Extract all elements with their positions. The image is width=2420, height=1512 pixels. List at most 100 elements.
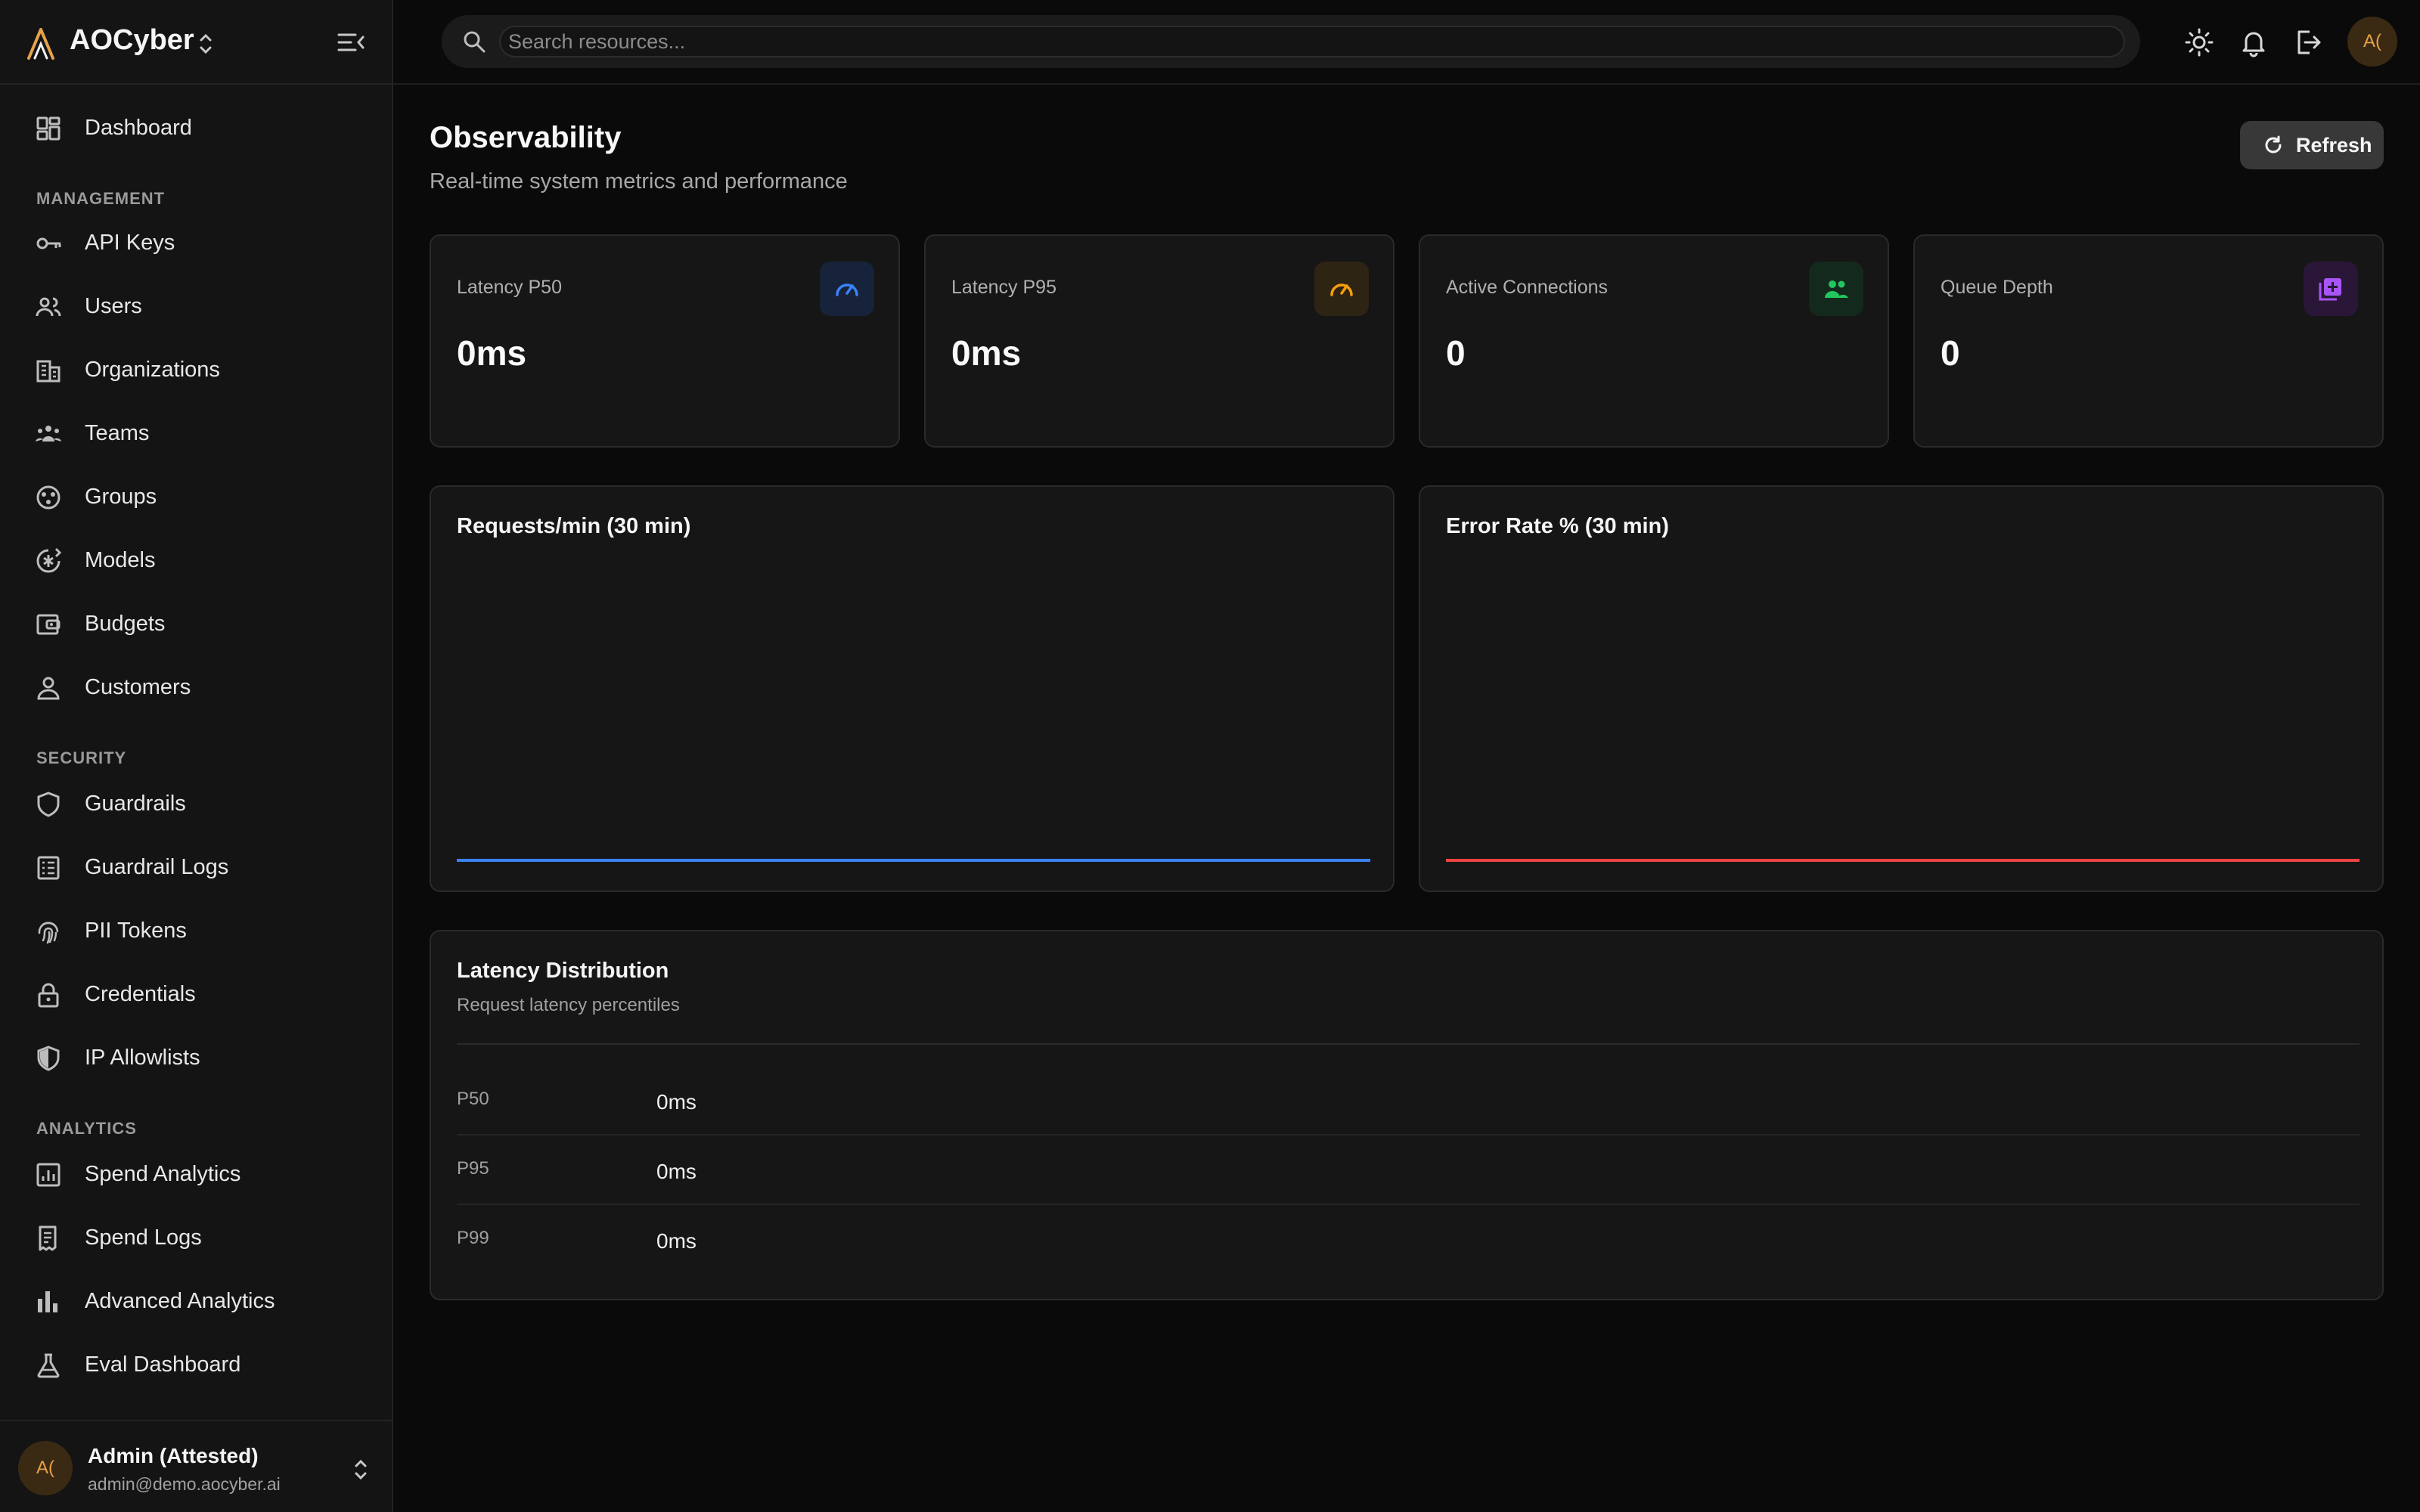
chart-title: Error Rate % (30 min) xyxy=(1446,514,1669,538)
sidebar-item-label: IP Allowlists xyxy=(85,1046,200,1070)
sidebar-item-label: Spend Logs xyxy=(85,1225,202,1250)
sidebar-item-guardrail-logs[interactable]: Guardrail Logs xyxy=(24,841,372,895)
stat-value: 0ms xyxy=(951,333,1022,373)
sidebar-item-pii-tokens[interactable]: PII Tokens xyxy=(24,904,372,959)
sidebar-item-label: Credentials xyxy=(85,982,196,1006)
user-account-footer[interactable]: A( Admin (Attested) admin@demo.aocyber.a… xyxy=(0,1420,392,1512)
sidebar-item-guardrails[interactable]: Guardrails xyxy=(24,777,372,832)
brand-name[interactable]: AOCyber xyxy=(70,24,194,57)
table-row: P99 0ms xyxy=(457,1205,2360,1275)
stat-badge xyxy=(820,262,874,316)
percentile-value: 0ms xyxy=(656,1160,697,1183)
sidebar-item-spend-logs[interactable]: Spend Logs xyxy=(24,1211,372,1266)
stat-card-active-connections: Active Connections 0 xyxy=(1419,234,1889,448)
building-icon xyxy=(36,360,60,383)
chevron-up-down-icon[interactable] xyxy=(195,29,216,59)
groups-icon xyxy=(36,485,60,510)
divider xyxy=(457,1043,2360,1045)
sidebar-item-spend-analytics[interactable]: Spend Analytics xyxy=(24,1148,372,1202)
refresh-label: Refresh xyxy=(2296,134,2372,156)
sidebar-item-groups[interactable]: Groups xyxy=(24,470,372,525)
sidebar-item-advanced-analytics[interactable]: Advanced Analytics xyxy=(24,1275,372,1329)
sidebar-item-credentials[interactable]: Credentials xyxy=(24,968,372,1022)
sidebar-item-label: Users xyxy=(85,294,142,318)
model-icon xyxy=(36,547,62,573)
sidebar-item-label: Eval Dashboard xyxy=(85,1352,241,1377)
logout-icon[interactable] xyxy=(2293,27,2323,57)
person-icon xyxy=(37,677,60,700)
users-icon xyxy=(36,297,61,317)
stat-value: 0 xyxy=(1446,333,1466,373)
section-label-security: SECURITY xyxy=(36,748,127,767)
bar-chart-icon xyxy=(38,1291,57,1312)
sidebar-item-users[interactable]: Users xyxy=(24,280,372,334)
table-row: P50 0ms xyxy=(457,1066,2360,1136)
percentile-value: 0ms xyxy=(656,1229,697,1253)
stat-value: 0 xyxy=(1941,333,1960,373)
stat-card-queue-depth: Queue Depth 0 xyxy=(1913,234,2384,448)
shield-half-icon xyxy=(37,1046,60,1071)
log-icon xyxy=(37,856,60,880)
dashboard-icon xyxy=(36,116,60,141)
brand-header: AOCyber xyxy=(0,0,392,85)
error-rate-chart: Error Rate % (30 min) xyxy=(1419,485,2384,892)
collapse-sidebar-icon[interactable] xyxy=(336,27,366,57)
sidebar-item-label: API Keys xyxy=(85,231,175,255)
queue-icon xyxy=(2319,278,2341,301)
error-rate-plot xyxy=(1446,859,2360,862)
latency-distribution-card: Latency Distribution Request latency per… xyxy=(430,930,2384,1300)
sidebar-item-teams[interactable]: Teams xyxy=(24,407,372,461)
chart-title: Requests/min (30 min) xyxy=(457,514,691,538)
stat-label: Queue Depth xyxy=(1941,277,2053,298)
sidebar-item-organizations[interactable]: Organizations xyxy=(24,343,372,398)
chevron-up-down-icon[interactable] xyxy=(349,1455,372,1485)
sidebar-item-label: Advanced Analytics xyxy=(85,1289,275,1313)
sidebar-item-label: PII Tokens xyxy=(85,919,187,943)
sidebar-item-label: Customers xyxy=(85,675,191,699)
page-subtitle: Real-time system metrics and performance xyxy=(430,169,848,194)
aocyber-logo-icon xyxy=(27,28,54,60)
fingerprint-icon xyxy=(38,922,59,944)
team-icon xyxy=(36,426,61,442)
stat-badge xyxy=(1809,262,1863,316)
section-label-management: MANAGEMENT xyxy=(36,189,166,208)
stat-label: Latency P95 xyxy=(951,277,1056,298)
sidebar-item-api-keys[interactable]: API Keys xyxy=(24,216,372,271)
shield-icon xyxy=(37,792,60,817)
search-input[interactable] xyxy=(499,26,2125,57)
sidebar-item-ip-allowlists[interactable]: IP Allowlists xyxy=(24,1031,372,1086)
sidebar-item-label: Guardrails xyxy=(85,792,186,816)
sidebar-item-eval-dashboard[interactable]: Eval Dashboard xyxy=(24,1338,372,1393)
percentile-label: P50 xyxy=(457,1089,489,1109)
receipt-icon xyxy=(39,1225,57,1251)
sidebar-item-label: Spend Analytics xyxy=(85,1162,241,1186)
sidebar-item-dashboard[interactable]: Dashboard xyxy=(24,101,372,156)
refresh-button[interactable]: Refresh xyxy=(2240,121,2384,169)
sidebar-item-label: Guardrail Logs xyxy=(85,855,229,879)
lock-icon xyxy=(38,983,59,1008)
gauge-icon xyxy=(1330,284,1353,296)
search-bar xyxy=(442,15,2140,68)
sidebar-item-customers[interactable]: Customers xyxy=(24,661,372,715)
wallet-icon xyxy=(36,614,60,635)
sidebar-item-budgets[interactable]: Budgets xyxy=(24,597,372,652)
requests-per-min-chart: Requests/min (30 min) xyxy=(430,485,1395,892)
sidebar-item-label: Organizations xyxy=(85,358,220,382)
refresh-icon xyxy=(2265,135,2282,153)
key-icon xyxy=(36,237,61,249)
sidebar: AOCyber Dashboard MANAGEMENT SECURITY ANALY… xyxy=(0,0,393,1512)
search-icon xyxy=(464,31,486,53)
stat-card-latency-p50: Latency P50 0ms xyxy=(430,234,900,448)
stat-badge xyxy=(1314,262,1369,316)
percentile-label: P99 xyxy=(457,1228,489,1248)
section-label-analytics: ANALYTICS xyxy=(36,1119,137,1138)
section-title: Latency Distribution xyxy=(457,959,669,983)
notification-bell-icon[interactable] xyxy=(2238,27,2269,57)
theme-toggle-sun-icon[interactable] xyxy=(2184,27,2214,57)
people-icon xyxy=(1825,280,1848,298)
avatar[interactable]: A( xyxy=(2347,17,2397,67)
sidebar-item-label: Models xyxy=(85,548,156,572)
top-bar: A( xyxy=(393,0,2420,85)
sidebar-item-models[interactable]: Models xyxy=(24,534,372,588)
stat-value: 0ms xyxy=(457,333,527,373)
